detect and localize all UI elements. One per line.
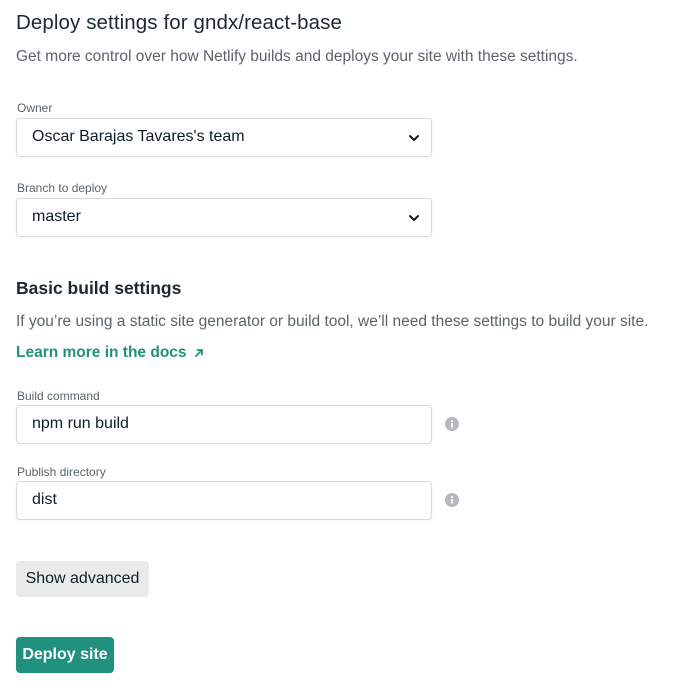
section-title: Basic build settings [16,278,182,298]
owner-label: Owner [17,101,53,115]
publish-directory-value: dist [32,491,57,508]
build-command-value: npm run build [32,415,129,432]
chevron-down-icon [409,135,419,141]
build-command-label: Build command [17,389,100,403]
docs-link-label: Learn more in the docs [16,344,187,361]
publish-directory-label: Publish directory [17,465,106,479]
page-subtitle: Get more control over how Netlify builds… [16,48,578,65]
docs-link[interactable]: Learn more in the docs [16,344,205,362]
info-icon[interactable] [445,493,459,507]
deploy-settings-page: Deploy settings for gndx/react-base Get … [0,0,697,693]
info-icon[interactable] [445,417,459,431]
arrow-up-right-icon [194,349,203,357]
deploy-site-button[interactable]: Deploy site [16,637,114,673]
branch-select[interactable]: master [16,198,432,237]
publish-directory-input[interactable]: dist [16,481,432,520]
branch-label: Branch to deploy [17,181,108,195]
branch-select-value: master [32,208,81,225]
build-command-input[interactable]: npm run build [16,405,432,444]
owner-select-value: Oscar Barajas Tavares's team [32,128,245,145]
show-advanced-button[interactable]: Show advanced [16,561,149,597]
section-description: If you’re using a static site generator … [16,313,649,330]
chevron-down-icon [409,215,419,221]
owner-select[interactable]: Oscar Barajas Tavares's team [16,118,432,157]
page-title: Deploy settings for gndx/react-base [16,11,342,34]
